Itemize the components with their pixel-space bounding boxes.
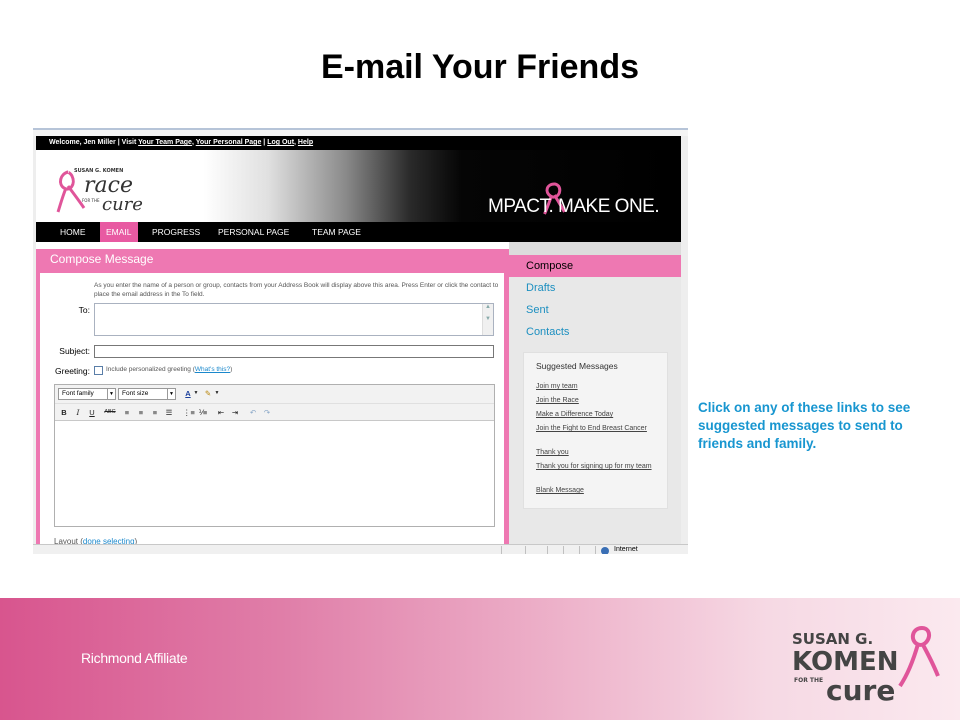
ribbon-icon	[898, 643, 920, 688]
site-nav: HOME EMAIL PROGRESS PERSONAL PAGE TEAM P…	[36, 222, 681, 242]
bullet-list-icon[interactable]: ⋮≡	[183, 407, 195, 418]
greeting-option-text: Include personalized greeting	[106, 366, 191, 373]
align-center-icon[interactable]: ≡	[135, 407, 147, 418]
browser-status-bar: Internet	[33, 544, 688, 554]
team-page-link[interactable]: Your Team Page	[138, 139, 192, 146]
site-banner: SUSAN G. KOMEN race FOR THE cure MPACT. …	[36, 150, 681, 222]
to-field[interactable]: ▲ ▼	[94, 303, 494, 336]
indent-icon[interactable]: ⇥	[229, 407, 241, 418]
compose-form: As you enter the name of a person or gro…	[40, 273, 504, 546]
suggested-blank-message[interactable]: Blank Message	[536, 486, 661, 495]
welcome-bar: Welcome, Jen Miller | Visit Your Team Pa…	[36, 136, 681, 150]
visit-text: Visit	[121, 139, 137, 146]
subject-label: Subject:	[59, 346, 90, 356]
suggested-join-the-race[interactable]: Join the Race	[536, 396, 661, 405]
to-scrollbar[interactable]: ▲ ▼	[482, 304, 493, 335]
nav-progress[interactable]: PROGRESS	[146, 222, 206, 242]
sidebar-item-contacts[interactable]: Contacts	[526, 326, 569, 338]
race-site: Welcome, Jen Miller | Visit Your Team Pa…	[36, 136, 681, 546]
suggested-thank-you-signing-up[interactable]: Thank you for signing up for my team	[536, 462, 661, 471]
whats-this-link[interactable]: What's this?	[195, 366, 230, 373]
footer-logo-line1: SUSAN G.	[792, 630, 873, 648]
sidebar-top	[509, 242, 681, 255]
suggested-join-the-fight[interactable]: Join the Fight to End Breast Cancer	[536, 424, 661, 433]
greeting-label: Greeting:	[55, 366, 90, 376]
security-zone: Internet	[614, 546, 638, 553]
nav-personal-page[interactable]: PERSONAL PAGE	[212, 222, 295, 242]
suggested-messages-title: Suggested Messages	[536, 361, 618, 371]
subject-field[interactable]	[94, 345, 494, 358]
text-color-dropdown-icon[interactable]: ▼	[192, 388, 200, 399]
logo-for-the: FOR THE	[82, 198, 100, 203]
status-divider	[525, 546, 526, 554]
compose-title: Compose Message	[50, 252, 154, 266]
status-divider	[501, 546, 502, 554]
strikethrough-icon[interactable]: ABC	[104, 407, 116, 418]
greeting-option: Include personalized greeting (What's th…	[106, 366, 233, 373]
nav-team-page[interactable]: TEAM PAGE	[306, 222, 367, 242]
browser-screenshot: Welcome, Jen Miller | Visit Your Team Pa…	[33, 128, 688, 554]
font-family-select[interactable]: Font family ▼	[58, 388, 116, 400]
impact-tagline: MPACT. MAKE ONE.	[488, 196, 660, 217]
welcome-text: Welcome, Jen Miller	[49, 139, 116, 146]
logout-link[interactable]: Log Out	[267, 139, 294, 146]
sidebar-item-drafts[interactable]: Drafts	[526, 282, 555, 294]
status-divider	[595, 546, 596, 554]
nav-email[interactable]: EMAIL	[100, 222, 138, 242]
divider	[36, 242, 511, 249]
outdent-icon[interactable]: ⇤	[215, 407, 227, 418]
editor-toolbar-format: Font family ▼ Font size ▼ A ▼ ✎ ▼	[55, 385, 494, 404]
status-divider	[563, 546, 564, 554]
suggested-make-a-difference[interactable]: Make a Difference Today	[536, 410, 661, 419]
race-for-the-cure-logo[interactable]: SUSAN G. KOMEN race FOR THE cure	[54, 162, 184, 216]
compose-panel: Compose Message As you enter the name of…	[36, 249, 509, 546]
align-left-icon[interactable]: ≡	[121, 407, 133, 418]
ribbon-icon	[920, 642, 940, 677]
underline-icon[interactable]: U	[86, 407, 98, 418]
chevron-down-icon: ▼	[167, 389, 175, 399]
sidebar-item-sent[interactable]: Sent	[526, 304, 549, 316]
italic-icon[interactable]: I	[72, 407, 84, 418]
message-editor: Font family ▼ Font size ▼ A ▼ ✎ ▼ B I U …	[54, 384, 495, 527]
status-divider	[579, 546, 580, 554]
highlight-dropdown-icon[interactable]: ▼	[213, 388, 221, 399]
redo-icon[interactable]: ↷	[261, 407, 273, 418]
to-label: To:	[78, 305, 90, 315]
align-right-icon[interactable]: ≡	[149, 407, 161, 418]
suggested-messages-callout: Click on any of these links to see sugge…	[698, 400, 911, 451]
bold-icon[interactable]: B	[58, 407, 70, 418]
logo-cure: cure	[102, 194, 143, 215]
affiliate-label: Richmond Affiliate	[81, 650, 188, 666]
chevron-down-icon: ▼	[107, 389, 115, 399]
footer-logo-line2: KOMEN	[792, 647, 898, 677]
footer-logo-for-the: FOR THE	[794, 677, 823, 684]
suggested-thank-you[interactable]: Thank you	[536, 448, 661, 457]
editor-toolbar-style: B I U ABC ≡ ≡ ≡ ☰ ⋮≡ ⅟≡ ⇤ ⇥ ↶ ↷	[55, 404, 494, 421]
greeting-checkbox[interactable]	[94, 366, 103, 375]
footer-logo-cure: cure	[826, 674, 895, 707]
ribbon-icon	[910, 625, 931, 647]
to-help-text: As you enter the name of a person or gro…	[94, 282, 499, 298]
font-size-value: Font size	[122, 390, 149, 397]
numbered-list-icon[interactable]: ⅟≡	[197, 407, 209, 418]
personal-page-link[interactable]: Your Personal Page	[196, 139, 262, 146]
globe-icon	[601, 547, 609, 554]
font-size-select[interactable]: Font size ▼	[118, 388, 176, 400]
email-sidebar: Compose Drafts Sent Contacts Suggested M…	[509, 242, 681, 546]
help-link[interactable]: Help	[298, 139, 313, 146]
nav-home[interactable]: HOME	[54, 222, 92, 242]
font-family-value: Font family	[62, 390, 94, 397]
status-divider	[547, 546, 548, 554]
komen-for-the-cure-logo: SUSAN G. KOMEN FOR THE cure	[792, 625, 940, 707]
undo-icon[interactable]: ↶	[247, 407, 259, 418]
justify-icon[interactable]: ☰	[163, 407, 175, 418]
message-body-area[interactable]	[55, 422, 494, 526]
slide-title: E-mail Your Friends	[320, 48, 640, 86]
sidebar-item-compose[interactable]: Compose	[509, 255, 681, 277]
suggested-join-my-team[interactable]: Join my team	[536, 382, 661, 391]
suggested-messages-box: Suggested Messages Join my team Join the…	[523, 352, 668, 509]
